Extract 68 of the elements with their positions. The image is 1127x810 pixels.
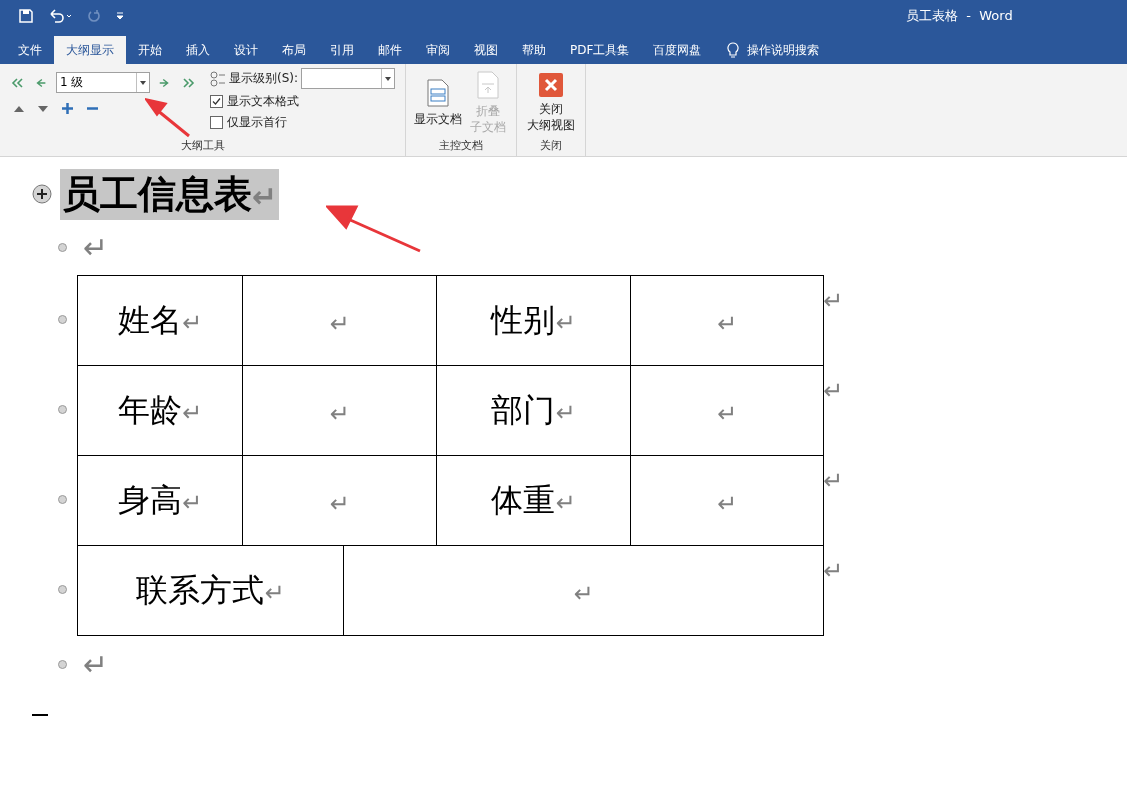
ribbon-tab[interactable]: 布局 [270, 36, 318, 64]
save-icon[interactable] [18, 8, 34, 24]
table-cell: ↵ [344, 546, 824, 635]
move-down-icon[interactable] [38, 104, 48, 113]
ribbon-tab[interactable]: 插入 [174, 36, 222, 64]
check-icon [212, 97, 221, 106]
outline-bullet [58, 585, 67, 594]
window-title: 员工表格 - Word [906, 7, 1013, 25]
master-document-button[interactable]: 显示文档 [412, 68, 464, 138]
show-level-label: 显示级别(S): [229, 70, 299, 87]
table-cell: 联系方式↵ [78, 546, 344, 635]
caret-icon[interactable] [140, 80, 146, 85]
paragraph-mark: ↵ [83, 229, 109, 265]
ribbon-tab[interactable]: 帮助 [510, 36, 558, 64]
row-end-mark: ↵ [823, 467, 844, 495]
row-end-mark: ↵ [823, 377, 844, 405]
show-level-icon [210, 70, 226, 87]
ribbon-tab[interactable]: 邮件 [366, 36, 414, 64]
group-label: 大纲工具 [179, 138, 226, 154]
option-checkbox[interactable]: 显示文本格式 [210, 93, 396, 110]
option-checkbox[interactable]: 仅显示首行 [210, 114, 396, 131]
caret-icon[interactable] [385, 76, 392, 81]
undo-icon[interactable] [48, 8, 72, 24]
table-cell: 姓名↵ [78, 276, 243, 365]
outline-bullet [58, 405, 67, 414]
table-cell: ↵ [631, 366, 824, 455]
row-end-mark: ↵ [823, 557, 844, 585]
paragraph-mark: ↵ [83, 646, 109, 682]
tell-me-search[interactable]: 操作说明搜索 [747, 41, 820, 59]
outline-bullet [58, 315, 67, 324]
table-cell: 体重↵ [437, 456, 631, 545]
customize-icon[interactable] [116, 12, 124, 20]
table-cell: 年龄↵ [78, 366, 243, 455]
expand-icon[interactable] [62, 103, 73, 114]
row-end-mark: ↵ [823, 287, 844, 315]
outline-bullet [58, 495, 67, 504]
ribbon-tab[interactable]: 视图 [462, 36, 510, 64]
outline-bullet [58, 659, 67, 669]
table-cell: ↵ [243, 276, 437, 365]
table-cell: ↵ [243, 366, 437, 455]
ribbon-tab[interactable]: 审阅 [414, 36, 462, 64]
move-up-icon[interactable] [14, 104, 24, 113]
ribbon-tab[interactable]: 文件 [6, 36, 54, 64]
table-cell: ↵ [243, 456, 437, 545]
outline-bullet [58, 242, 67, 252]
end-of-document-marker [32, 714, 48, 716]
ribbon-tab[interactable]: 百度网盘 [641, 36, 714, 64]
table-cell: ↵ [631, 456, 824, 545]
close-icon [539, 73, 563, 97]
ribbon-tab[interactable]: PDF工具集 [558, 36, 642, 64]
table-cell: 身高↵ [78, 456, 243, 545]
ribbon-tab[interactable]: 引用 [318, 36, 366, 64]
table-cell: 性别↵ [437, 276, 631, 365]
close-outline-view-button[interactable]: 关闭 大纲视图 [525, 68, 577, 138]
ribbon-tab[interactable]: 设计 [222, 36, 270, 64]
group-label: 关闭 [539, 138, 563, 154]
lightbulb-icon [727, 41, 740, 59]
annotation-arrow [145, 98, 191, 138]
outline-level-dropdown[interactable]: 1 级 [56, 72, 150, 93]
table-cell: 部门↵ [437, 366, 631, 455]
document-icon [477, 71, 499, 99]
group-label: 主控文档 [438, 138, 484, 154]
table-cell: ↵ [631, 276, 824, 365]
document-icon [427, 79, 449, 107]
ribbon-tab[interactable]: 大纲显示 [54, 36, 126, 64]
ribbon-tab[interactable]: 开始 [126, 36, 174, 64]
heading-text: 员工信息表↵ [60, 168, 280, 220]
expand-heading-icon[interactable] [32, 184, 52, 204]
